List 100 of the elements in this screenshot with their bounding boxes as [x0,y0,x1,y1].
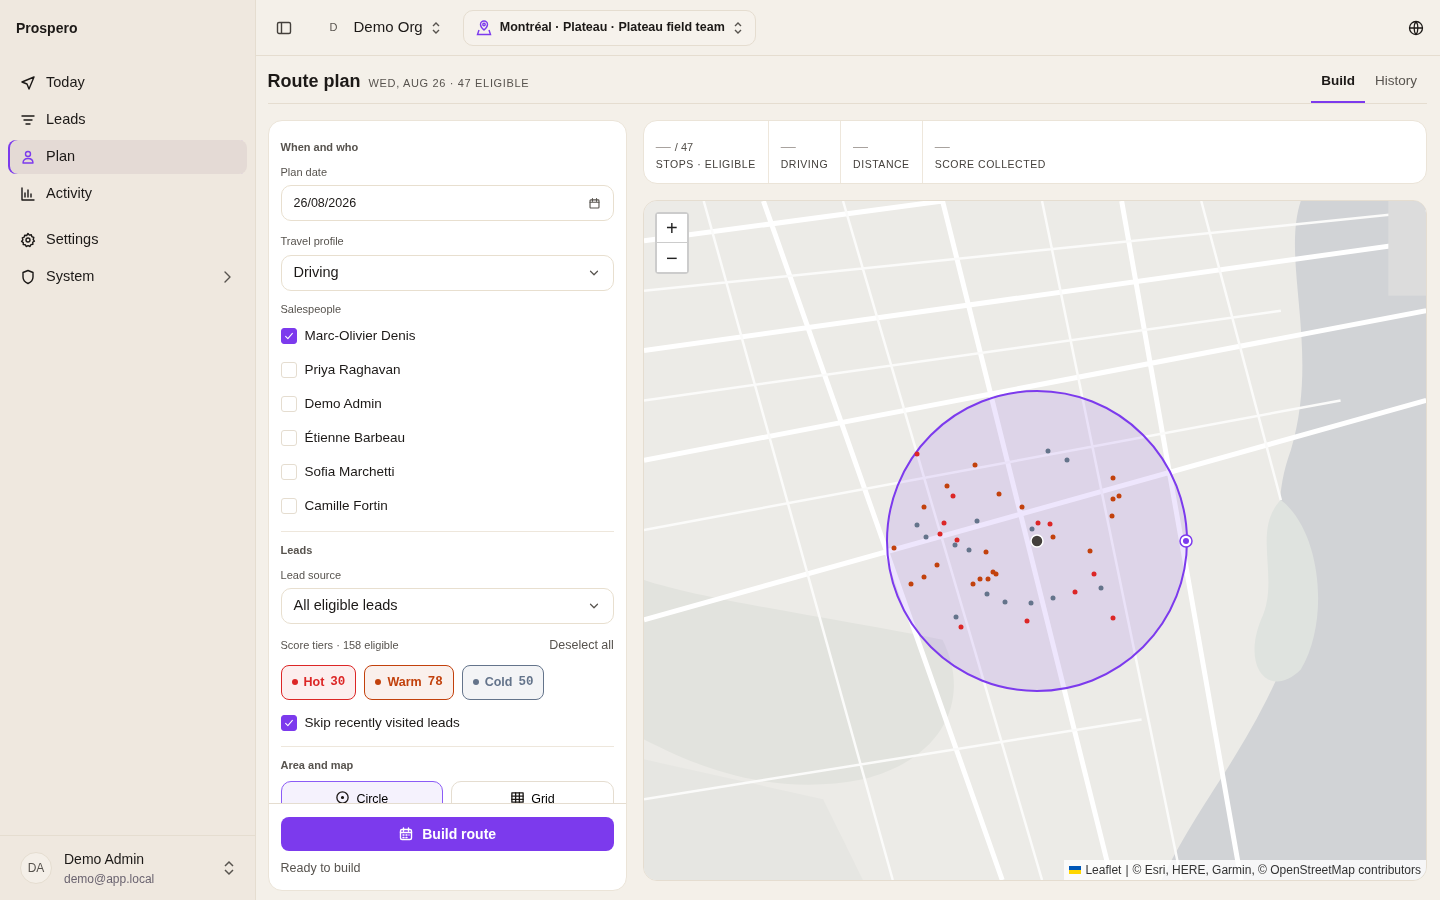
nav-item[interactable]: System [8,260,247,294]
lead-marker[interactable] [983,549,989,555]
lead-marker[interactable] [1019,504,1025,510]
nav-item[interactable]: Leads [8,103,247,137]
score-tier-toggle[interactable]: Cold 50 [461,664,545,700]
stat-value: — [934,136,950,156]
app-name: Prospero [15,18,79,38]
lead-marker[interactable] [952,542,958,548]
globe-icon[interactable] [1408,19,1424,36]
nav-item[interactable]: Plan [8,140,247,174]
lead-marker[interactable] [953,614,959,620]
section-heading: When and who [280,140,360,155]
lead-marker[interactable] [1028,600,1034,606]
lead-marker[interactable] [941,520,947,526]
user-menu[interactable]: DA Demo Admin demo@app.local [0,835,255,900]
lead-marker[interactable] [1035,520,1041,526]
nav-item[interactable]: Settings [8,223,247,257]
location-selector[interactable]: Montréal · Plateau · Plateau field team [462,9,756,46]
sidebar-toggle-icon[interactable] [275,19,292,36]
lead-marker[interactable] [977,576,983,582]
checkbox[interactable] [280,328,297,344]
lead-marker[interactable] [1045,448,1051,454]
deselect-all-link[interactable]: Deselect all [549,636,614,655]
lead-marker[interactable] [914,522,920,528]
lead-marker[interactable] [966,547,972,553]
lead-marker[interactable] [934,562,940,568]
lead-marker[interactable] [1109,513,1115,519]
radius-handle[interactable] [1179,534,1193,548]
lead-marker[interactable] [1110,615,1116,621]
lead-marker[interactable] [908,581,914,587]
lead-marker[interactable] [921,574,927,580]
lead-marker[interactable] [996,491,1002,497]
lead-marker[interactable] [974,518,980,524]
lead-marker[interactable] [1110,475,1116,481]
nav-item[interactable]: Today [8,66,247,100]
lead-marker[interactable] [993,571,999,577]
page-subtitle: WED, AUG 26 · 47 ELIGIBLE [368,76,530,91]
lead-marker[interactable] [1087,548,1093,554]
lead-marker[interactable] [950,493,956,499]
lead-marker[interactable] [1029,526,1035,532]
stat-label: DRIVING [780,157,829,172]
checkbox[interactable] [280,714,297,731]
user-email: demo@app.local [64,870,156,888]
person-icon [20,149,36,165]
lead-marker[interactable] [944,483,950,489]
travel-profile-select[interactable]: Driving [280,254,614,291]
zoom-in-button[interactable]: + [656,214,687,243]
attribution-link[interactable]: Leaflet [1085,863,1122,877]
lead-marker[interactable] [970,581,976,587]
org-switcher[interactable]: D Demo Org [321,15,441,40]
lead-marker[interactable] [923,534,929,540]
lead-marker[interactable] [1091,571,1097,577]
field-label: Travel profile [280,234,345,249]
location-pin-icon [475,19,492,36]
lead-marker[interactable] [985,576,991,582]
page-title: Route plan [267,70,361,93]
lead-marker[interactable] [954,537,960,543]
lead-marker[interactable] [1072,589,1078,595]
lead-marker[interactable] [1050,534,1056,540]
lead-marker[interactable] [958,624,964,630]
tab[interactable]: Build [1311,70,1365,103]
lead-marker[interactable] [921,504,927,510]
bar-chart-icon [20,186,36,202]
field-label: Lead source [280,567,343,583]
lead-marker[interactable] [1024,618,1030,624]
lead-marker[interactable] [1050,595,1056,601]
lead-marker[interactable] [972,462,978,468]
lead-marker[interactable] [984,591,990,597]
calendar-icon [587,196,601,210]
lead-source-select[interactable]: All eligible leads [280,588,614,624]
score-tier-toggle[interactable]: Hot 30 [280,664,357,700]
chevron-up-down-icon [732,20,743,35]
stat-total: / 47 [674,140,694,155]
lead-marker[interactable] [1002,599,1008,605]
date-field[interactable]: 26/08/2026 [280,185,614,221]
score-tier-toggle[interactable]: Warm 78 [364,664,454,700]
org-name: Demo Org [353,17,423,38]
attribution-link[interactable]: OpenStreetMap [1270,863,1355,877]
lead-marker[interactable] [1116,493,1122,499]
build-route-button[interactable]: Build route [280,817,614,852]
area-mode-button[interactable]: Grid [451,781,614,804]
center-marker[interactable] [1030,534,1044,548]
checkbox-label: Skip recently visited leads [304,713,460,732]
nav-item[interactable]: Activity [8,177,247,211]
lead-marker[interactable] [937,531,943,537]
lead-marker[interactable] [1110,496,1116,502]
user-avatar: DA [20,852,52,884]
shield-icon [20,269,36,285]
flag-icon [1069,866,1082,874]
lead-marker[interactable] [1047,521,1053,527]
area-mode-button[interactable]: Circle [280,781,444,804]
lead-marker[interactable] [1098,585,1104,591]
field-label: Salespeople [280,301,343,317]
build-status: Ready to build [280,860,362,878]
chevron-up-down-icon [222,860,235,876]
tab[interactable]: History [1365,70,1427,103]
chevron-up-down-icon [430,20,441,35]
lead-marker[interactable] [891,545,897,551]
lead-marker[interactable] [1064,457,1070,463]
lead-marker[interactable] [914,451,920,457]
